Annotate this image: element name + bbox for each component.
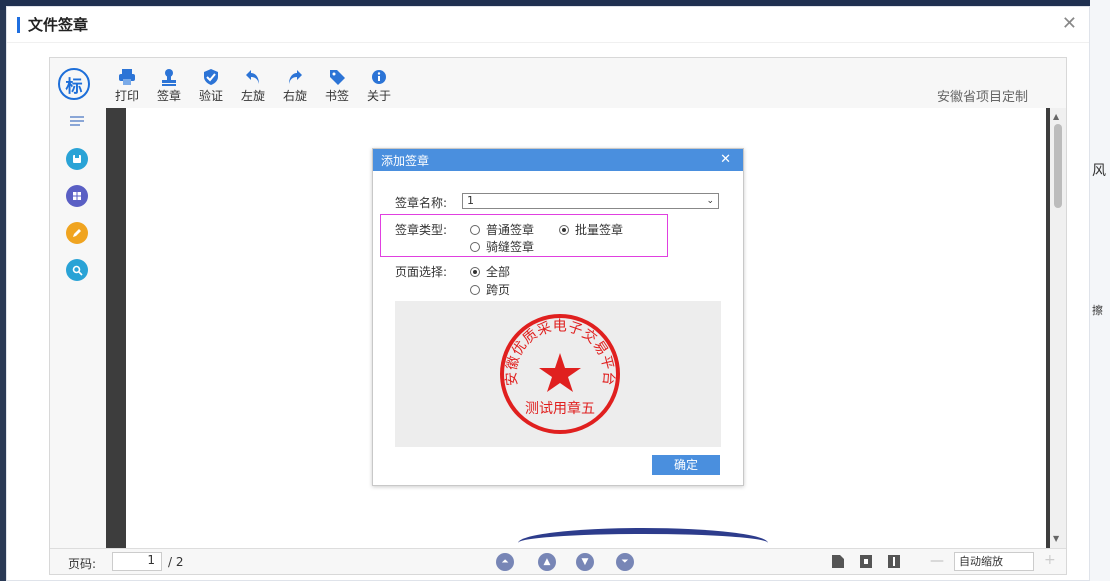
signature-name-select[interactable]: 1 ⌄ bbox=[462, 193, 719, 209]
search-glyph-icon bbox=[72, 265, 83, 276]
scrollbar-thumb[interactable] bbox=[1054, 124, 1062, 208]
page-total: / 2 bbox=[168, 555, 184, 569]
shield-check-icon bbox=[204, 69, 218, 85]
stamp-inner-text: 测试用章五 bbox=[525, 400, 595, 417]
radio-unchecked-icon bbox=[470, 224, 480, 235]
next-page-icon[interactable]: ▼ bbox=[576, 553, 594, 571]
modal-header: 文件签章 bbox=[7, 7, 1089, 43]
radio-checked-icon bbox=[559, 224, 569, 235]
confirm-button[interactable]: 确定 bbox=[652, 455, 720, 475]
logo-icon: 标 bbox=[58, 68, 90, 100]
viewer-footer: 页码: 1 / 2 ⏶ ▲ ▼ ⏷ — 自动缩放 + bbox=[50, 548, 1066, 574]
tag-icon bbox=[330, 70, 345, 85]
vertical-scrollbar[interactable]: ▲ ▼ bbox=[1050, 108, 1066, 548]
radio-label: 跨页 bbox=[486, 283, 511, 297]
signature-name-value: 1 bbox=[467, 194, 474, 207]
radio-batch-signature[interactable]: 批量签章 bbox=[559, 221, 623, 238]
zoom-in-button[interactable]: + bbox=[1044, 552, 1056, 568]
pen-icon[interactable] bbox=[66, 222, 88, 244]
close-icon[interactable]: ✕ bbox=[1062, 15, 1077, 33]
continuous-page-icon[interactable] bbox=[860, 555, 872, 568]
about-button[interactable]: 关于 bbox=[362, 68, 396, 104]
save-glyph-icon bbox=[73, 155, 81, 163]
radio-checked-icon bbox=[470, 266, 480, 277]
scroll-down-icon[interactable]: ▼ bbox=[1053, 534, 1059, 543]
rotate-left-icon bbox=[246, 70, 259, 84]
pen-glyph-icon bbox=[73, 229, 81, 237]
modal-title: 文件签章 bbox=[28, 16, 89, 34]
scroll-up-icon[interactable]: ▲ bbox=[1053, 112, 1059, 121]
title-accent-bar bbox=[17, 16, 20, 33]
save-icon[interactable] bbox=[66, 148, 88, 170]
page-select-label: 页面选择: bbox=[395, 265, 448, 279]
bookmark-button[interactable]: 书签 bbox=[320, 68, 354, 104]
grid-icon[interactable] bbox=[66, 185, 88, 207]
close-icon[interactable]: ✕ bbox=[720, 152, 731, 167]
radio-label: 普通签章 bbox=[486, 223, 535, 237]
dialog-header: 添加签章 bbox=[373, 149, 743, 171]
file-sign-modal: 文件签章 ✕ 标 打印 签章 验证 左旋 右旋 书签 关于 安徽省项目定制 ▲ … bbox=[6, 6, 1090, 581]
background-text: 风 bbox=[1092, 163, 1106, 179]
sign-label: 签章 bbox=[156, 89, 181, 103]
rotate-left-label: 左旋 bbox=[240, 89, 265, 103]
brand-text: 安徽省项目定制 bbox=[936, 90, 1028, 105]
radio-seam-signature[interactable]: 骑缝签章 bbox=[470, 238, 534, 255]
grid-glyph-icon bbox=[73, 192, 81, 200]
dialog-title: 添加签章 bbox=[381, 153, 430, 168]
background-text: 擦 bbox=[1092, 304, 1103, 317]
radio-cross-page[interactable]: 跨页 bbox=[470, 281, 510, 298]
verify-button[interactable]: 验证 bbox=[194, 68, 228, 104]
info-icon bbox=[372, 70, 386, 84]
zoom-out-button[interactable]: — bbox=[930, 553, 944, 569]
radio-label: 全部 bbox=[486, 265, 511, 279]
stamp-icon bbox=[162, 69, 176, 86]
rotate-right-label: 右旋 bbox=[282, 89, 307, 103]
prev-page-icon[interactable]: ▲ bbox=[538, 553, 556, 571]
rotate-left-button[interactable]: 左旋 bbox=[236, 68, 270, 104]
single-page-icon[interactable] bbox=[832, 555, 844, 568]
print-button[interactable]: 打印 bbox=[110, 68, 144, 104]
radio-unchecked-icon bbox=[470, 284, 480, 295]
about-label: 关于 bbox=[366, 89, 391, 103]
signature-type-label: 签章类型: bbox=[395, 223, 448, 237]
print-label: 打印 bbox=[114, 89, 139, 103]
background-right-panel: 风 擦 bbox=[1090, 0, 1110, 581]
radio-normal-signature[interactable]: 普通签章 bbox=[470, 221, 534, 238]
printer-icon bbox=[119, 69, 135, 85]
add-signature-dialog: 添加签章 ✕ 签章名称: 1 ⌄ 签章类型: 普通签章 批量签章 骑缝签章 页面… bbox=[372, 148, 744, 486]
viewer-toolbar: 标 打印 签章 验证 左旋 右旋 书签 关于 安徽省项目定制 bbox=[50, 58, 1066, 108]
first-page-icon[interactable]: ⏶ bbox=[496, 553, 514, 571]
radio-unchecked-icon bbox=[470, 241, 480, 252]
list-icon[interactable] bbox=[70, 116, 84, 126]
stamp-preview: 安徽优质采电子交易平台 测试用章五 bbox=[395, 301, 721, 447]
radio-label: 批量签章 bbox=[575, 223, 624, 237]
page-number-input[interactable]: 1 bbox=[112, 552, 162, 571]
rotate-right-button[interactable]: 右旋 bbox=[278, 68, 312, 104]
verify-label: 验证 bbox=[198, 89, 223, 103]
dual-page-icon[interactable] bbox=[888, 555, 900, 568]
last-page-icon[interactable]: ⏷ bbox=[616, 553, 634, 571]
viewer-sidebar bbox=[50, 108, 106, 548]
chevron-down-icon: ⌄ bbox=[706, 196, 714, 206]
stamp-seal-icon: 安徽优质采电子交易平台 测试用章五 bbox=[500, 314, 620, 434]
page-label: 页码: bbox=[68, 557, 97, 571]
signature-name-label: 签章名称: bbox=[395, 196, 448, 210]
search-icon[interactable] bbox=[66, 259, 88, 281]
sign-button[interactable]: 签章 bbox=[152, 68, 186, 104]
zoom-select[interactable]: 自动缩放 bbox=[954, 552, 1034, 571]
rotate-right-icon bbox=[289, 70, 302, 84]
radio-label: 骑缝签章 bbox=[486, 240, 535, 254]
bookmark-label: 书签 bbox=[324, 89, 349, 103]
radio-all-pages[interactable]: 全部 bbox=[470, 263, 510, 280]
